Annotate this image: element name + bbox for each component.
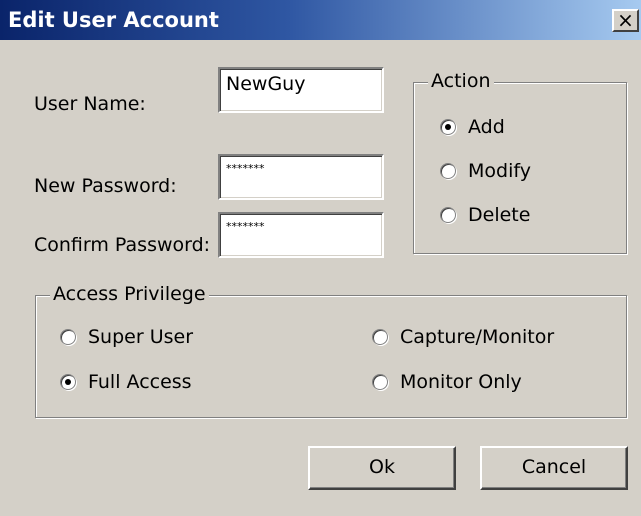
radio-empty-icon [60,329,76,345]
radio-monitor-only-label: Monitor Only [400,371,522,393]
radio-modify[interactable]: Modify [440,160,531,182]
edit-user-account-dialog: Edit User Account × User Name: NewGuy Ne… [0,0,641,516]
user-name-input[interactable]: NewGuy [218,67,384,113]
radio-super-user[interactable]: Super User [60,326,193,348]
radio-empty-icon [440,207,456,223]
title-bar[interactable]: Edit User Account × [0,0,641,40]
confirm-password-input[interactable]: ******* [218,212,384,258]
new-password-label: New Password: [34,175,177,197]
radio-add-label: Add [468,116,505,138]
cancel-button[interactable]: Cancel [480,446,628,490]
radio-delete-label: Delete [468,204,531,226]
confirm-password-label: Confirm Password: [34,234,211,256]
radio-dot-icon [440,119,456,135]
radio-delete[interactable]: Delete [440,204,530,226]
radio-empty-icon [372,329,388,345]
radio-empty-icon [372,374,388,390]
radio-full-access-label: Full Access [88,371,192,393]
radio-full-access[interactable]: Full Access [60,371,192,393]
radio-add[interactable]: Add [440,116,505,138]
radio-capture-monitor-label: Capture/Monitor [400,326,555,348]
radio-modify-label: Modify [468,160,531,182]
action-group-title: Action [428,70,494,92]
close-icon: × [617,8,634,32]
radio-super-user-label: Super User [88,326,194,348]
radio-capture-monitor[interactable]: Capture/Monitor [372,326,554,348]
access-privilege-groupbox [35,295,627,418]
window-title: Edit User Account [8,8,219,32]
access-privilege-title: Access Privilege [50,283,209,305]
user-name-label: User Name: [34,93,146,115]
radio-dot-icon [60,374,76,390]
new-password-input[interactable]: ******* [218,154,384,200]
ok-button[interactable]: Ok [308,446,456,490]
radio-monitor-only[interactable]: Monitor Only [372,371,522,393]
radio-empty-icon [440,163,456,179]
close-button[interactable]: × [612,9,639,32]
